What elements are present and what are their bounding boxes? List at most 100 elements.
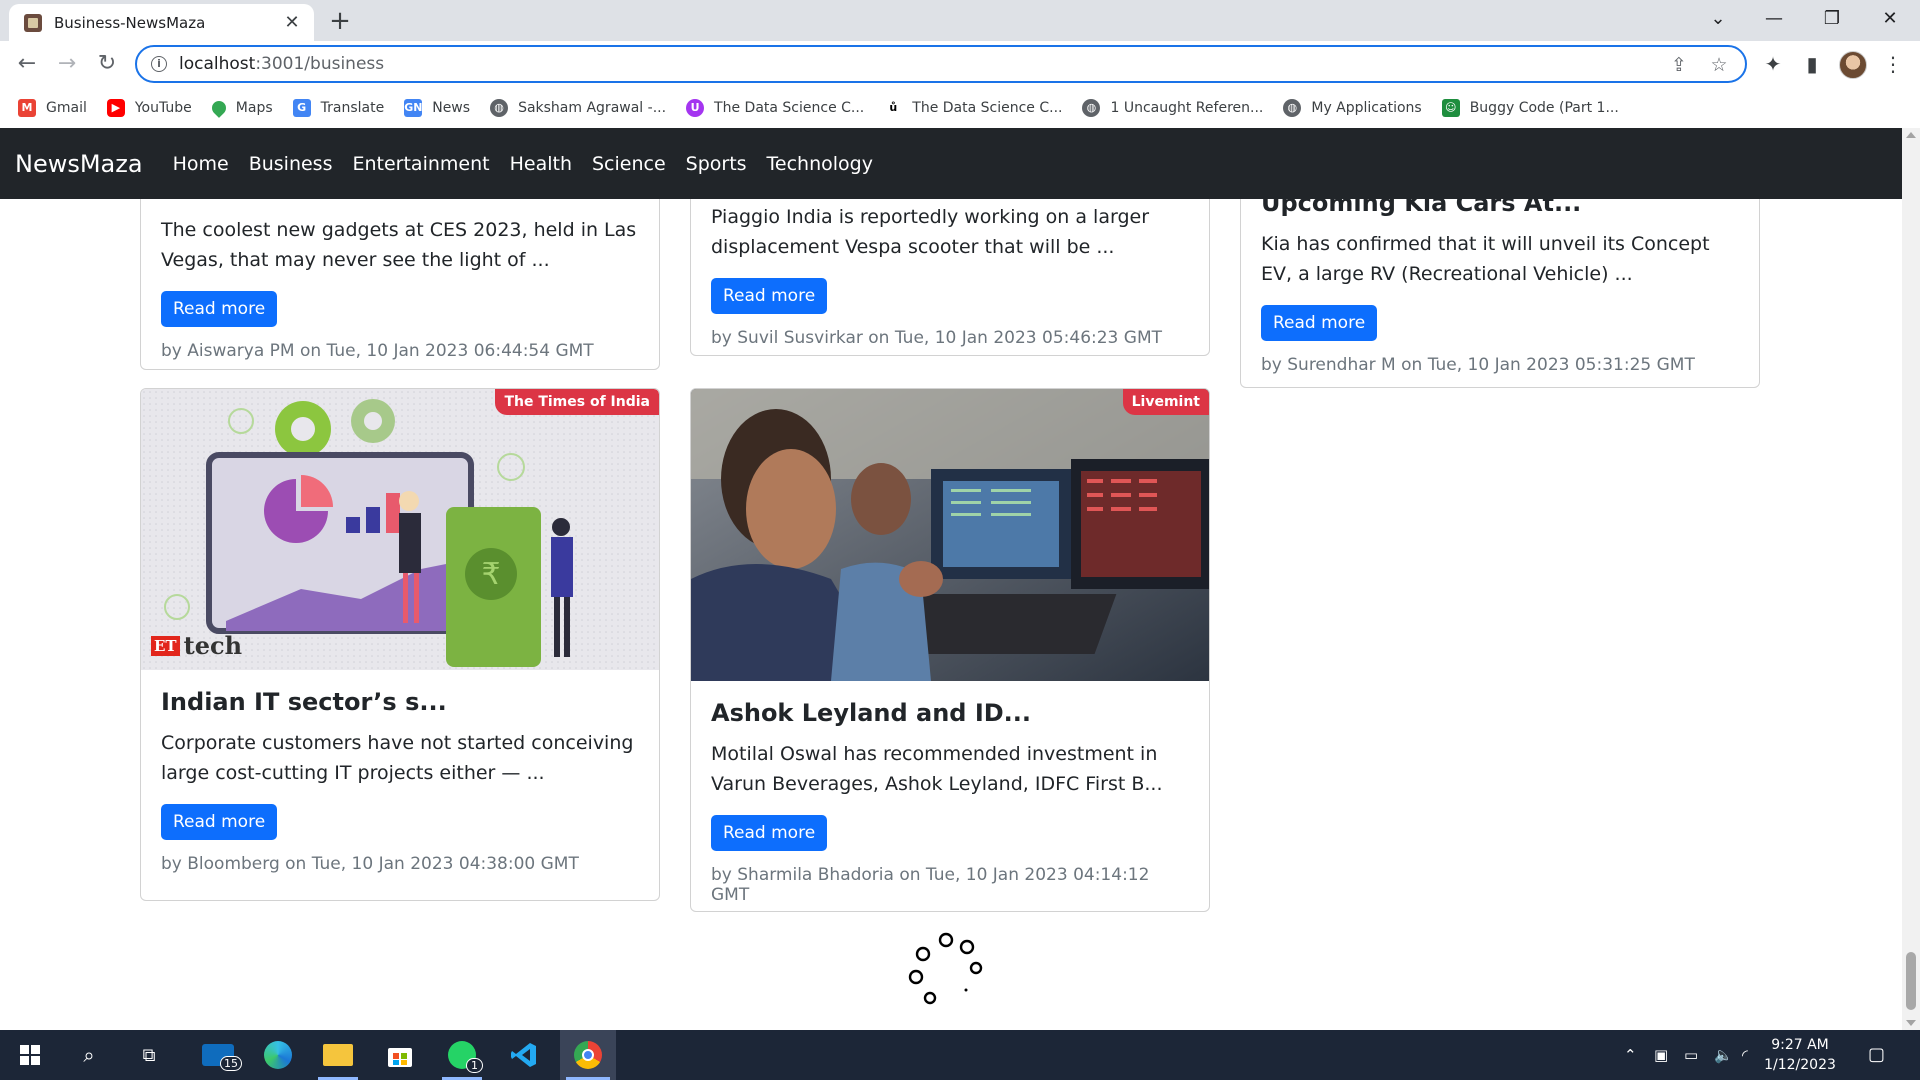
taskbar-whatsapp[interactable]: 1 bbox=[436, 1030, 488, 1080]
notifications-icon[interactable]: ▢ bbox=[1868, 1030, 1885, 1080]
card-meta: by Suvil Susvirkar on Tue, 10 Jan 2023 0… bbox=[711, 328, 1162, 348]
bookmark-maps[interactable]: Maps bbox=[208, 97, 273, 118]
etech-logo-et: ET bbox=[151, 635, 180, 656]
bookmark-my-applications[interactable]: ◍ My Applications bbox=[1283, 98, 1422, 117]
read-more-button[interactable]: Read more bbox=[711, 815, 828, 851]
close-window-button[interactable]: ✕ bbox=[1862, 0, 1918, 38]
bookmark-star-icon[interactable]: ☆ bbox=[1707, 53, 1731, 77]
read-more-button[interactable]: Read more bbox=[161, 804, 278, 840]
bookmark-youtube[interactable]: ▶ YouTube bbox=[106, 98, 192, 117]
search-icon[interactable]: ⌕ bbox=[66, 1030, 112, 1080]
card-title: Ashok Leyland and ID... bbox=[711, 699, 1032, 727]
it-illustration: ₹ bbox=[141, 389, 659, 670]
taskbar-vscode[interactable] bbox=[498, 1030, 550, 1080]
bookmark-data-science-2[interactable]: ů The Data Science C... bbox=[884, 98, 1062, 117]
newspaper-icon bbox=[24, 13, 42, 32]
news-card: The Times of India ₹ ET tech Indian IT s… bbox=[140, 388, 660, 901]
stock-trader-photo bbox=[691, 389, 1209, 681]
maps-icon bbox=[208, 97, 229, 118]
buggy-icon: ☺ bbox=[1441, 98, 1460, 117]
new-tab-button[interactable]: + bbox=[325, 6, 355, 36]
clock-date: 1/12/2023 bbox=[1764, 1057, 1836, 1073]
card-meta: by Aiswarya PM on Tue, 10 Jan 2023 06:44… bbox=[161, 341, 594, 361]
site-info-icon[interactable]: i bbox=[151, 56, 167, 72]
browser-tab-strip: Business-NewsMaza ✕ + ⌄ — ❐ ✕ bbox=[0, 0, 1920, 41]
globe-icon: ◍ bbox=[490, 98, 509, 117]
bookmark-news[interactable]: GN News bbox=[404, 98, 470, 117]
taskbar-edge[interactable] bbox=[252, 1030, 304, 1080]
share-icon[interactable]: ⇪ bbox=[1667, 53, 1691, 77]
nav-link-sports[interactable]: Sports bbox=[686, 153, 747, 175]
store-icon bbox=[388, 1048, 412, 1067]
reload-button[interactable]: ↻ bbox=[91, 49, 123, 81]
close-tab-icon[interactable]: ✕ bbox=[282, 12, 302, 33]
nav-link-business[interactable]: Business bbox=[249, 153, 333, 175]
news-icon: GN bbox=[404, 98, 422, 117]
nav-link-home[interactable]: Home bbox=[173, 153, 229, 175]
vertical-scrollbar[interactable] bbox=[1902, 128, 1920, 1030]
bookmark-gmail[interactable]: M Gmail bbox=[18, 98, 87, 117]
wifi-icon[interactable]: ◜ bbox=[1742, 1030, 1748, 1080]
bookmark-buggy-code[interactable]: ☺ Buggy Code (Part 1... bbox=[1441, 98, 1619, 117]
source-badge: The Times of India bbox=[495, 389, 659, 415]
meet-now-icon[interactable]: ▣ bbox=[1654, 1030, 1668, 1080]
etech-logo: ET tech bbox=[151, 631, 242, 660]
nav-link-entertainment[interactable]: Entertainment bbox=[352, 153, 489, 175]
taskbar-file-explorer[interactable] bbox=[312, 1030, 364, 1080]
card-description: The coolest new gadgets at CES 2023, hel… bbox=[161, 219, 637, 271]
show-hidden-icons-chevron-icon[interactable]: ⌃ bbox=[1624, 1030, 1637, 1080]
taskbar-store[interactable] bbox=[374, 1030, 426, 1080]
profile-avatar[interactable] bbox=[1839, 51, 1867, 79]
scroll-up-arrow-icon[interactable] bbox=[1906, 132, 1916, 138]
address-bar[interactable]: i localhost:3001/business ⇪ ☆ bbox=[135, 45, 1747, 83]
globe-icon: ◍ bbox=[1283, 98, 1302, 117]
udemy-u-icon: ů bbox=[884, 98, 903, 117]
bookmark-uncaught-reference[interactable]: ◍ 1 Uncaught Referen... bbox=[1082, 98, 1263, 117]
scroll-down-arrow-icon[interactable] bbox=[1906, 1020, 1916, 1026]
side-panel-icon[interactable]: ▮ bbox=[1799, 51, 1825, 77]
back-button[interactable]: ← bbox=[11, 49, 43, 81]
read-more-button[interactable]: Read more bbox=[161, 291, 278, 327]
nav-link-health[interactable]: Health bbox=[510, 153, 572, 175]
read-more-button[interactable]: Read more bbox=[711, 278, 828, 314]
clock-time: 9:27 AM bbox=[1771, 1037, 1829, 1053]
article-image[interactable]: ₹ ET tech bbox=[141, 389, 659, 670]
bookmark-saksham[interactable]: ◍ Saksham Agrawal -... bbox=[490, 98, 666, 117]
article-image[interactable] bbox=[691, 389, 1209, 681]
tab-title: Business-NewsMaza bbox=[54, 13, 206, 32]
site-brand[interactable]: NewsMaza bbox=[15, 150, 143, 178]
svg-text:₹: ₹ bbox=[481, 557, 500, 592]
menu-kebab-icon[interactable]: ⋮ bbox=[1880, 51, 1906, 77]
restore-button[interactable]: ❐ bbox=[1804, 0, 1860, 38]
card-description: Kia has confirmed that it will unveil it… bbox=[1261, 233, 1710, 285]
browser-tab[interactable]: Business-NewsMaza ✕ bbox=[9, 4, 314, 41]
task-view-icon[interactable]: ⧉ bbox=[126, 1030, 172, 1080]
globe-icon: ◍ bbox=[1082, 98, 1101, 117]
udemy-icon: U bbox=[686, 98, 705, 117]
scrollbar-thumb[interactable] bbox=[1906, 952, 1916, 1010]
bookmark-translate[interactable]: G Translate bbox=[292, 98, 384, 117]
browser-toolbar: ← → ↻ i localhost:3001/business ⇪ ☆ ✦ ▮ … bbox=[0, 41, 1920, 87]
news-card: Livemint Ashok Leyland and ID... Motilal… bbox=[690, 388, 1210, 912]
tab-search-icon[interactable]: ⌄ bbox=[1690, 0, 1746, 38]
read-more-button[interactable]: Read more bbox=[1261, 305, 1378, 341]
system-clock[interactable]: 9:27 AM 1/12/2023 bbox=[1752, 1035, 1848, 1075]
card-title: Indian IT sector’s s... bbox=[161, 688, 447, 716]
volume-icon[interactable]: 🔈 bbox=[1714, 1030, 1733, 1080]
start-button[interactable] bbox=[8, 1030, 52, 1080]
battery-icon[interactable]: ▭ bbox=[1684, 1030, 1698, 1080]
card-meta: by Bloomberg on Tue, 10 Jan 2023 04:38:0… bbox=[161, 854, 579, 874]
taskbar-chrome[interactable] bbox=[560, 1030, 616, 1080]
taskbar-mail[interactable]: 15 bbox=[190, 1030, 246, 1080]
card-description: Corporate customers have not started con… bbox=[161, 732, 634, 784]
extensions-icon[interactable]: ✦ bbox=[1760, 51, 1786, 77]
nav-link-science[interactable]: Science bbox=[592, 153, 666, 175]
minimize-button[interactable]: — bbox=[1746, 0, 1802, 38]
site-navbar: NewsMaza Home Business Entertainment Hea… bbox=[0, 128, 1902, 199]
vscode-icon bbox=[511, 1043, 536, 1067]
forward-button[interactable]: → bbox=[51, 49, 83, 81]
windows-taskbar: ⌕ ⧉ 15 1 ⌃ ▣ ▭ 🔈 ◜ 9:27 AM 1/12/2023 ▢ bbox=[0, 1030, 1920, 1080]
bookmark-data-science-1[interactable]: U The Data Science C... bbox=[686, 98, 864, 117]
windows-logo-icon bbox=[20, 1045, 40, 1065]
nav-link-technology[interactable]: Technology bbox=[767, 153, 873, 175]
